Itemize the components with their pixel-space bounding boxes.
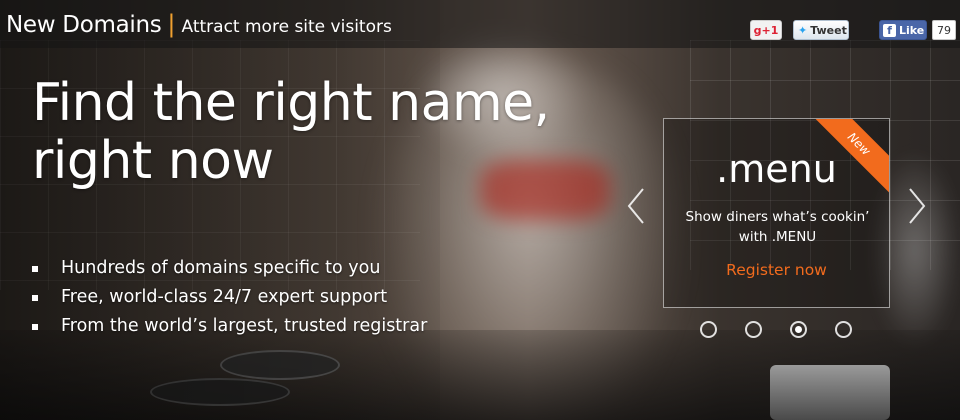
hero-banner: New Domains | Attract more site visitors… bbox=[0, 0, 960, 420]
chevron-right-icon bbox=[909, 188, 926, 224]
list-item: Free, world-class 24/7 expert support bbox=[32, 283, 427, 312]
carousel-dots bbox=[700, 321, 852, 338]
promo-description: Show diners what’s cookin’ with .MENU bbox=[685, 209, 870, 245]
text-overlay-shade bbox=[0, 0, 440, 420]
twitter-bird-icon: ✦ bbox=[798, 23, 808, 37]
headline-line-1: Find the right name, bbox=[32, 73, 550, 133]
brand: New Domains | Attract more site visitors bbox=[6, 10, 392, 38]
bullet-icon bbox=[32, 324, 38, 330]
tweet-button[interactable]: ✦ Tweet bbox=[793, 20, 849, 40]
register-now-link[interactable]: Register now bbox=[664, 261, 889, 279]
list-item: From the world’s largest, trusted regist… bbox=[32, 312, 427, 341]
facebook-like-button[interactable]: f Like bbox=[879, 20, 927, 40]
bullet-icon bbox=[32, 295, 38, 301]
carousel-next-button[interactable] bbox=[904, 186, 930, 226]
headline-line-2: right now bbox=[32, 131, 274, 191]
brand-title: New Domains bbox=[6, 12, 162, 38]
feature-text: From the world’s largest, trusted regist… bbox=[61, 316, 428, 336]
bullet-icon bbox=[32, 266, 38, 272]
tweet-label: Tweet bbox=[810, 23, 847, 37]
carousel-dot-2[interactable] bbox=[745, 321, 762, 338]
steel-pot bbox=[770, 365, 890, 420]
carousel-dot-4[interactable] bbox=[835, 321, 852, 338]
promo-card[interactable]: New .menu Show diners what’s cookin’ wit… bbox=[663, 118, 890, 308]
google-plus-button[interactable]: g +1 bbox=[750, 20, 782, 40]
facebook-icon: f bbox=[883, 23, 896, 37]
list-item: Hundreds of domains specific to you bbox=[32, 254, 427, 283]
feature-text: Hundreds of domains specific to you bbox=[61, 258, 381, 278]
google-plus-label: +1 bbox=[761, 23, 779, 37]
feature-list: Hundreds of domains specific to you Free… bbox=[32, 254, 427, 341]
like-count: 79 bbox=[932, 20, 956, 40]
page-headline: Find the right name, right now bbox=[32, 74, 632, 190]
carousel-dot-1[interactable] bbox=[700, 321, 717, 338]
carousel-dot-3[interactable] bbox=[790, 321, 807, 338]
like-label: Like bbox=[899, 23, 925, 37]
google-plus-icon: g bbox=[753, 23, 762, 37]
brand-separator: | bbox=[167, 10, 176, 38]
chevron-left-icon bbox=[627, 188, 644, 224]
top-bar: New Domains | Attract more site visitors… bbox=[0, 0, 960, 48]
brand-tagline: Attract more site visitors bbox=[181, 17, 392, 37]
feature-text: Free, world-class 24/7 expert support bbox=[61, 287, 388, 307]
promo-tld: .menu bbox=[716, 147, 837, 191]
carousel-prev-button[interactable] bbox=[623, 186, 649, 226]
